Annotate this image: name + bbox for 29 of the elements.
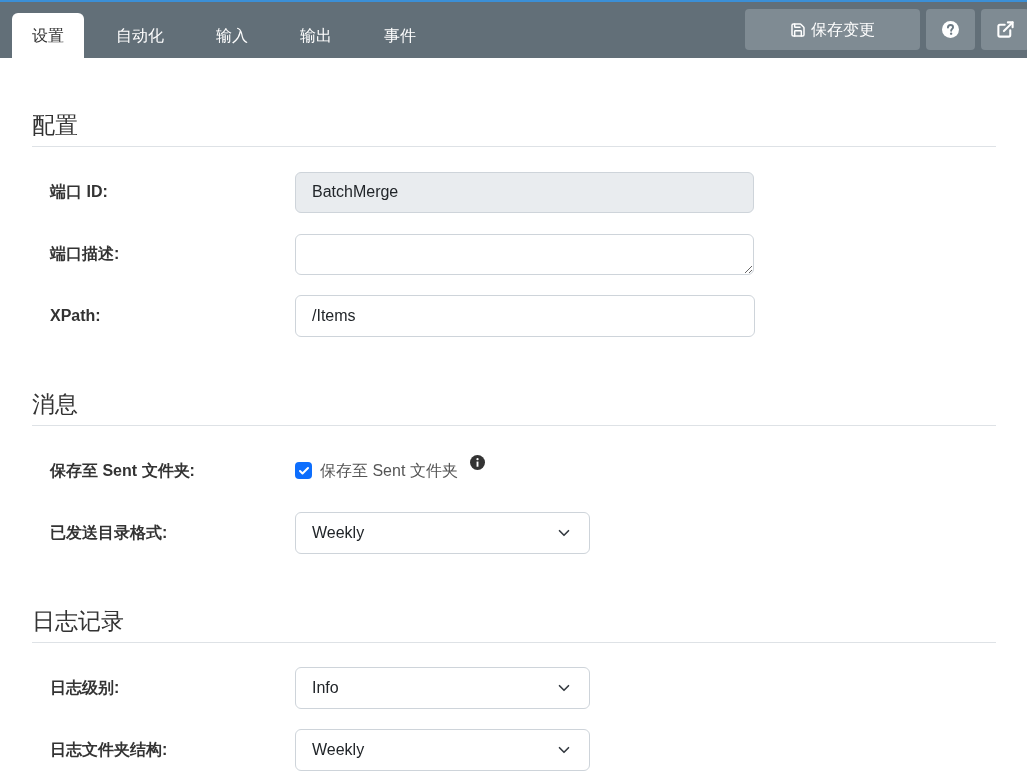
field-label: 日志文件夹结构: [49, 740, 169, 760]
tab[interactable]: 输出 [280, 13, 352, 58]
field-label: 端口 ID: [48, 182, 109, 202]
section-heading: 消息 [32, 390, 78, 419]
field-label: 保存至 Sent 文件夹: [48, 461, 196, 481]
section-heading: 配置 [32, 111, 78, 140]
select-field[interactable]: Weekly [295, 729, 590, 771]
checkbox[interactable] [295, 462, 312, 479]
tab[interactable]: 自动化 [96, 13, 184, 58]
help-icon [942, 21, 959, 38]
checkbox-label: 保存至 Sent 文件夹 [320, 461, 458, 481]
select-field[interactable]: Weekly [295, 512, 590, 554]
external-link-button[interactable] [981, 9, 1027, 50]
select-field[interactable]: Info [295, 667, 590, 709]
description-field[interactable] [295, 233, 754, 275]
tab[interactable]: 设置 [12, 13, 84, 58]
field-label: XPath: [49, 306, 102, 326]
field-label: 日志级别: [49, 678, 121, 698]
input-field[interactable]: /Items [295, 295, 755, 337]
help-button[interactable] [926, 9, 975, 50]
info-icon [469, 455, 485, 470]
field-label: 已发送目录格式: [49, 523, 169, 543]
tab[interactable]: 事件 [364, 13, 436, 58]
field-label: 端口描述: [48, 244, 121, 264]
port-id-field[interactable]: BatchMerge [295, 171, 754, 213]
section-heading: 日志记录 [32, 607, 124, 636]
checkmark-icon [297, 464, 310, 477]
tab[interactable]: 输入 [196, 13, 268, 58]
external-link-icon [995, 20, 1015, 39]
